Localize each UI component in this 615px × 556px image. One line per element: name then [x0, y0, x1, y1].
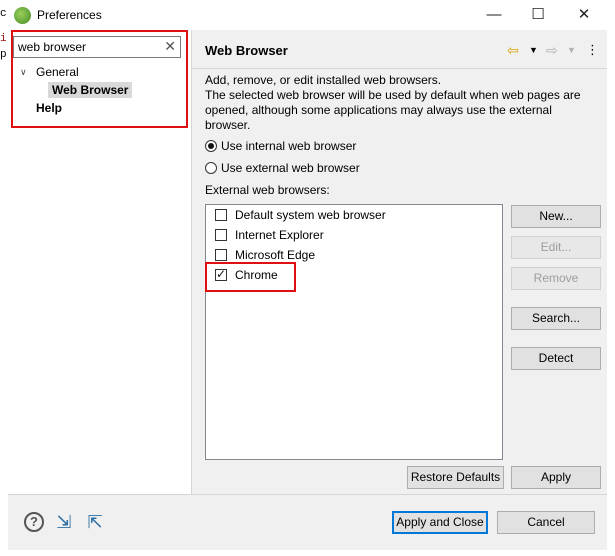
- radio-internal-label[interactable]: Use internal web browser: [221, 139, 356, 153]
- cancel-button[interactable]: Cancel: [497, 511, 595, 534]
- back-menu-icon[interactable]: ▼: [529, 45, 538, 55]
- new-button[interactable]: New...: [511, 205, 601, 228]
- title-bar: Preferences — ☐ ✕: [0, 0, 615, 30]
- page-title: Web Browser: [205, 43, 288, 58]
- edit-button[interactable]: Edit...: [511, 236, 601, 259]
- stub-text: p: [0, 49, 7, 61]
- browser-list[interactable]: [205, 204, 503, 460]
- apply-and-close-button[interactable]: Apply and Close: [392, 511, 488, 534]
- forward-arrow-icon[interactable]: ⇨: [546, 42, 558, 59]
- list-item[interactable]: Default system web browser: [235, 208, 386, 222]
- header-divider: [192, 68, 607, 69]
- detect-button[interactable]: Detect: [511, 347, 601, 370]
- apply-button[interactable]: Apply: [511, 466, 601, 489]
- forward-menu-icon[interactable]: ▼: [567, 45, 576, 55]
- stub-text: i: [0, 33, 7, 45]
- stub-text: c: [0, 8, 7, 20]
- background-editor: c i p: [0, 8, 8, 550]
- export-icon[interactable]: ⇱: [85, 512, 105, 532]
- radio-external[interactable]: [205, 162, 217, 174]
- help-icon[interactable]: ?: [24, 512, 44, 532]
- search-button[interactable]: Search...: [511, 307, 601, 330]
- list-item[interactable]: Microsoft Edge: [235, 248, 315, 262]
- remove-button[interactable]: Remove: [511, 267, 601, 290]
- radio-external-label[interactable]: Use external web browser: [221, 161, 360, 175]
- view-menu-icon[interactable]: ⋮: [586, 42, 599, 58]
- checkbox-internet-explorer[interactable]: [215, 229, 227, 241]
- eclipse-icon: [14, 7, 31, 24]
- page-description: Add, remove, or edit installed web brows…: [205, 73, 581, 132]
- list-item[interactable]: Internet Explorer: [235, 228, 324, 242]
- checkbox-microsoft-edge[interactable]: [215, 249, 227, 261]
- radio-internal[interactable]: [205, 140, 217, 152]
- back-arrow-icon[interactable]: ⇦: [507, 42, 519, 59]
- footer-divider: [8, 494, 607, 495]
- maximize-button[interactable]: ☐: [524, 4, 552, 26]
- import-icon[interactable]: ⇲: [54, 512, 74, 532]
- restore-defaults-button[interactable]: Restore Defaults: [407, 466, 504, 489]
- window-title: Preferences: [37, 8, 102, 22]
- checkbox-default-browser[interactable]: [215, 209, 227, 221]
- highlight-box-chrome: [205, 262, 296, 292]
- highlight-box: [11, 30, 188, 128]
- browsers-list-label: External web browsers:: [205, 183, 330, 197]
- close-button[interactable]: ✕: [570, 4, 598, 26]
- minimize-button[interactable]: —: [480, 4, 508, 26]
